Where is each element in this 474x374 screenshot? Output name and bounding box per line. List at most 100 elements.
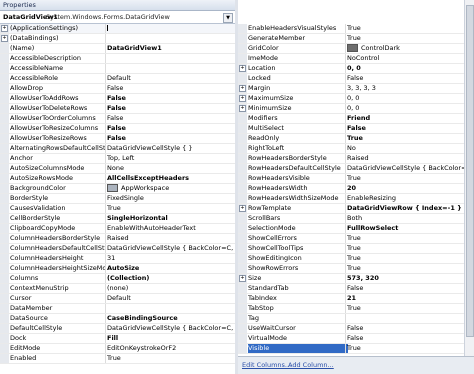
property-value[interactable]: Top, Left [107, 154, 235, 163]
property-row[interactable]: EnableHeadersVisualStyles True [238, 24, 474, 34]
property-value[interactable]: Default [107, 294, 235, 303]
property-value[interactable]: True [107, 354, 235, 363]
property-row[interactable]: (Name) DataGridView1 [0, 44, 235, 54]
property-row[interactable]: AllowUserToDeleteRows False [0, 104, 235, 114]
property-row[interactable]: + (DataBindings) [0, 34, 235, 44]
expand-icon[interactable]: + [239, 105, 246, 112]
property-value[interactable]: Friend [347, 114, 474, 123]
property-value[interactable]: True [347, 174, 474, 183]
property-row[interactable]: ShowEditingIcon True [238, 254, 474, 264]
property-value[interactable]: DataGridViewCellStyle { BackColor=C, Sel… [107, 244, 235, 253]
property-row[interactable]: ColumnHeadersHeight 31 [0, 254, 235, 264]
property-row[interactable]: Enabled True [0, 354, 235, 364]
property-row[interactable]: ReadOnly True [238, 134, 474, 144]
property-value[interactable]: Fill [107, 334, 235, 343]
property-value[interactable]: (Collection) [107, 274, 235, 283]
property-value[interactable]: True [107, 204, 235, 213]
property-value[interactable]: False [347, 324, 474, 333]
property-value[interactable]: False [107, 84, 235, 93]
property-value[interactable]: EnableResizing [347, 194, 474, 203]
property-row[interactable]: RowHeadersDefaultCellStyle DataGridViewCe… [238, 164, 474, 174]
property-value[interactable]: Raised [107, 234, 235, 243]
property-row[interactable]: Modifiers Friend [238, 114, 474, 124]
property-value[interactable]: False [107, 134, 235, 143]
property-value[interactable]: DataGridViewRow { Index=-1 } [347, 204, 474, 213]
property-row[interactable]: Locked False [238, 74, 474, 84]
property-value[interactable]: True [347, 254, 474, 263]
property-value[interactable]: AutoSize [107, 264, 235, 273]
property-row[interactable]: BackgroundColor AppWorkspace [0, 184, 235, 194]
property-value[interactable]: Raised [347, 154, 474, 163]
property-value[interactable]: 20 [347, 184, 474, 193]
property-value[interactable]: False [347, 74, 474, 83]
property-row[interactable]: RightToLeft No [238, 144, 474, 154]
add-column-link[interactable]: Add Column... [288, 361, 334, 369]
expand-icon[interactable]: + [239, 65, 246, 72]
property-value[interactable]: True [347, 34, 474, 43]
property-row[interactable]: + Location 0, 0 [238, 64, 474, 74]
property-row[interactable]: + Margin 3, 3, 3, 3 [238, 84, 474, 94]
property-row[interactable]: AccessibleDescription [0, 54, 235, 64]
property-value[interactable]: 573, 320 [347, 274, 474, 283]
property-row[interactable]: Anchor Top, Left [0, 154, 235, 164]
scrollbar-thumb[interactable] [466, 5, 474, 337]
vertical-scrollbar[interactable] [464, 0, 474, 356]
property-value[interactable]: None [107, 164, 235, 173]
property-row[interactable]: GridColor ControlDark [238, 44, 474, 54]
property-value[interactable]: ControlDark [347, 44, 474, 53]
property-row[interactable]: GenerateMember True [238, 34, 474, 44]
property-value[interactable]: (none) [107, 284, 235, 293]
property-row[interactable]: Columns (Collection) [0, 274, 235, 284]
edit-columns-link[interactable]: Edit Columns... [242, 361, 291, 369]
expand-icon[interactable]: + [239, 85, 246, 92]
property-value[interactable]: True [347, 24, 474, 33]
property-row[interactable]: Visible True [238, 344, 474, 354]
property-row[interactable]: + RowTemplate DataGridViewRow { Index=-1 } [238, 204, 474, 214]
property-row[interactable]: RowHeadersWidthSizeMode EnableResizing [238, 194, 474, 204]
property-row[interactable]: Cursor Default [0, 294, 235, 304]
property-value[interactable]: EnableWithAutoHeaderText [107, 224, 235, 233]
property-value[interactable]: True [347, 234, 474, 243]
property-value[interactable]: AppWorkspace [107, 184, 235, 193]
property-row[interactable]: AlternatingRowsDefaultCellStyle DataGridV… [0, 144, 235, 154]
expand-icon[interactable]: + [239, 275, 246, 282]
property-value[interactable]: True [347, 344, 474, 353]
property-row[interactable]: ClipboardCopyMode EnableWithAutoHeaderTex… [0, 224, 235, 234]
property-row[interactable]: DefaultCellStyle DataGridViewCellStyle { … [0, 324, 235, 334]
property-value[interactable]: False [107, 94, 235, 103]
property-row[interactable]: AllowUserToOrderColumns False [0, 114, 235, 124]
property-row[interactable]: + MaximumSize 0, 0 [238, 94, 474, 104]
property-value[interactable]: True [347, 304, 474, 313]
property-row[interactable]: DataMember [0, 304, 235, 314]
property-row[interactable]: EditMode EditOnKeystrokeOrF2 [0, 344, 235, 354]
property-row[interactable]: TabStop True [238, 304, 474, 314]
property-row[interactable]: AccessibleRole Default [0, 74, 235, 84]
property-value[interactable]: Both [347, 214, 474, 223]
property-value[interactable]: False [107, 124, 235, 133]
property-row[interactable]: VirtualMode False [238, 334, 474, 344]
property-row[interactable]: + (ApplicationSettings) [0, 24, 235, 34]
property-value[interactable]: 21 [347, 294, 474, 303]
property-row[interactable]: AccessibleName [0, 64, 235, 74]
property-value[interactable]: Default [107, 74, 235, 83]
property-value[interactable]: False [107, 114, 235, 123]
chevron-down-icon[interactable]: ▼ [223, 13, 233, 23]
property-value[interactable]: True [347, 264, 474, 273]
property-row[interactable]: + MinimumSize 0, 0 [238, 104, 474, 114]
property-row[interactable]: SelectionMode FullRowSelect [238, 224, 474, 234]
expand-icon[interactable]: + [239, 95, 246, 102]
property-row[interactable]: BorderStyle FixedSingle [0, 194, 235, 204]
expand-icon[interactable]: + [239, 205, 246, 212]
property-row[interactable]: ShowCellToolTips True [238, 244, 474, 254]
property-row[interactable]: + Size 573, 320 [238, 274, 474, 284]
property-row[interactable]: AllowUserToResizeColumns False [0, 124, 235, 134]
property-row[interactable]: ShowCellErrors True [238, 234, 474, 244]
property-value[interactable]: NoControl [347, 54, 474, 63]
property-row[interactable]: MultiSelect False [238, 124, 474, 134]
property-value[interactable]: DataGridViewCellStyle { } [107, 144, 235, 153]
property-value[interactable]: False [107, 104, 235, 113]
property-value[interactable] [107, 24, 235, 33]
property-row[interactable]: ScrollBars Both [238, 214, 474, 224]
property-value[interactable]: DataGridView1 [107, 44, 235, 53]
property-value[interactable]: FixedSingle [107, 194, 235, 203]
